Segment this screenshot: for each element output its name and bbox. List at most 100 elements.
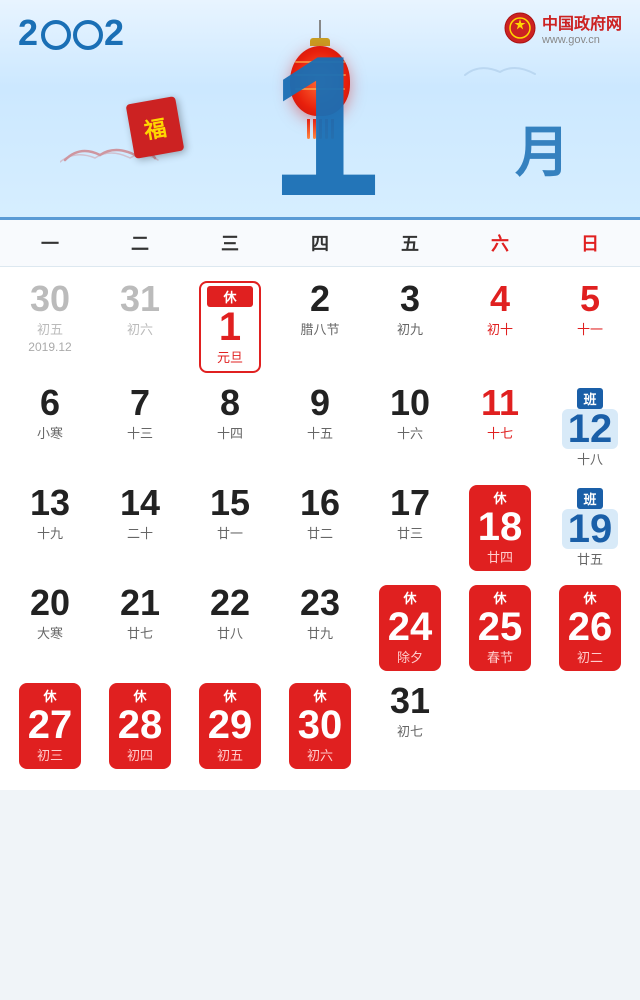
- empty-1: [455, 677, 545, 775]
- day-2: 2 腊八节: [275, 275, 365, 379]
- hol-box: 休 25 春节: [469, 585, 531, 671]
- hol-box: 休 24 除夕: [379, 585, 441, 671]
- gov-url: www.gov.cn: [542, 34, 622, 46]
- day-num: 5: [580, 281, 600, 317]
- dow-thu: 四: [275, 230, 365, 256]
- year-2: 2: [18, 12, 40, 53]
- day-3: 3 初九: [365, 275, 455, 379]
- gov-emblem-icon: [504, 12, 536, 44]
- lunar-text: 十三: [127, 423, 153, 442]
- year-0-circle2: [73, 20, 103, 50]
- yue-character: 月: [515, 107, 570, 187]
- day-18: 休 18 廿四: [455, 479, 545, 579]
- day-num: 17: [390, 485, 430, 521]
- day-num: 22: [210, 585, 250, 621]
- day-27: 休 27 初三: [5, 677, 95, 775]
- day-17: 17 廿三: [365, 479, 455, 579]
- lunar-text: 初九: [397, 319, 423, 338]
- cloud-right: [460, 60, 540, 85]
- hol-box: 休 18 廿四: [469, 485, 531, 571]
- lunar-label: 除夕: [397, 647, 423, 666]
- lunar-text: 十七: [487, 423, 513, 442]
- lunar-text: 初五: [37, 319, 63, 338]
- holiday-badge: 休: [207, 286, 253, 307]
- day-21: 21 廿七: [95, 579, 185, 677]
- hol-box: 休 30 初六: [289, 683, 351, 769]
- lunar-text: 腊八节: [300, 319, 339, 338]
- day-15: 15 廿一: [185, 479, 275, 579]
- day-31-prev: 31 初六: [95, 275, 185, 379]
- day-30-prev: 30 初五 2019.12: [5, 275, 95, 379]
- gov-logo: 中国政府网 www.gov.cn: [504, 10, 622, 46]
- dow-mon: 一: [5, 230, 95, 256]
- day-20: 20 大寒: [5, 579, 95, 677]
- day-number-big: 30: [298, 705, 343, 745]
- day-8: 8 十四: [185, 379, 275, 479]
- day-num: 8: [220, 385, 240, 421]
- dow-fri: 五: [365, 230, 455, 256]
- hol-box: 休 28 初四: [109, 683, 171, 769]
- day-num: 31: [120, 281, 160, 317]
- day-number-big: 18: [478, 507, 523, 547]
- year-display: 22: [18, 12, 126, 54]
- fu-tag: 福: [126, 96, 185, 159]
- calendar-header: 22 中国政府网 www.gov.cn: [0, 0, 640, 220]
- day-num: 6: [40, 385, 60, 421]
- lunar-label: 初四: [127, 745, 153, 764]
- day-14: 14 二十: [95, 479, 185, 579]
- day-31: 31 初七: [365, 677, 455, 775]
- day-num: 11: [481, 385, 519, 421]
- lunar-label: 元旦: [217, 347, 243, 366]
- ban-badge: 班: [577, 388, 602, 409]
- month-number: 1: [269, 27, 370, 220]
- day-num: 2: [310, 281, 330, 317]
- calendar-grid: 30 初五 2019.12 31 初六 休 1 元旦 2 腊八节 3 初九: [0, 267, 640, 790]
- lunar-text: 廿九: [307, 623, 333, 642]
- day-22: 22 廿八: [185, 579, 275, 677]
- hol-box: 休 29 初五: [199, 683, 261, 769]
- dow-sat: 六: [455, 230, 545, 256]
- day-11: 11 十七: [455, 379, 545, 479]
- day-30: 休 30 初六: [275, 677, 365, 775]
- day-num: 15: [210, 485, 250, 521]
- lunar-text: 十六: [397, 423, 423, 442]
- day-26: 休 26 初二: [545, 579, 635, 677]
- year-0-circle: [41, 20, 71, 50]
- day-16: 16 廿二: [275, 479, 365, 579]
- ban-badge: 班: [577, 488, 602, 509]
- lunar-text: 大寒: [37, 623, 63, 642]
- lunar-label: 初三: [37, 745, 63, 764]
- day-num: 20: [30, 585, 70, 621]
- day-num: 14: [120, 485, 160, 521]
- day-7: 7 十三: [95, 379, 185, 479]
- lunar-text: 廿一: [217, 523, 243, 542]
- lunar-text: 初七: [397, 721, 423, 740]
- day-number-big: 12: [562, 409, 619, 449]
- lunar-text: 廿八: [217, 623, 243, 642]
- day-number-big: 25: [478, 607, 523, 647]
- day-28: 休 28 初四: [95, 677, 185, 775]
- day-number-big: 28: [118, 705, 163, 745]
- lunar-label: 廿五: [577, 549, 603, 568]
- year-last: 2: [104, 12, 126, 53]
- lunar-text: 二十: [127, 523, 153, 542]
- day-23: 23 廿九: [275, 579, 365, 677]
- day-num: 7: [130, 385, 150, 421]
- hol-box: 休 26 初二: [559, 585, 621, 671]
- day-number-big: 29: [208, 705, 253, 745]
- lunar-label: 廿四: [487, 547, 513, 566]
- lunar-label: 十八: [577, 449, 603, 468]
- dow-wed: 三: [185, 230, 275, 256]
- day-num: 10: [390, 385, 430, 421]
- day-number-big: 1: [219, 307, 241, 347]
- lunar-text: 初六: [127, 319, 153, 338]
- lunar-label: 初六: [307, 745, 333, 764]
- day-num: 4: [490, 281, 510, 317]
- day-4: 4 初十: [455, 275, 545, 379]
- lunar-label: 春节: [487, 647, 513, 666]
- lunar-text: 十一: [577, 319, 603, 338]
- day-19: 班 19 廿五: [545, 479, 635, 579]
- day-1-yuandan: 休 1 元旦: [185, 275, 275, 379]
- ban-box: 班 12 十八: [559, 385, 621, 473]
- calendar-body: 一 二 三 四 五 六 日 30 初五 2019.12 31 初六 休 1 元旦: [0, 220, 640, 790]
